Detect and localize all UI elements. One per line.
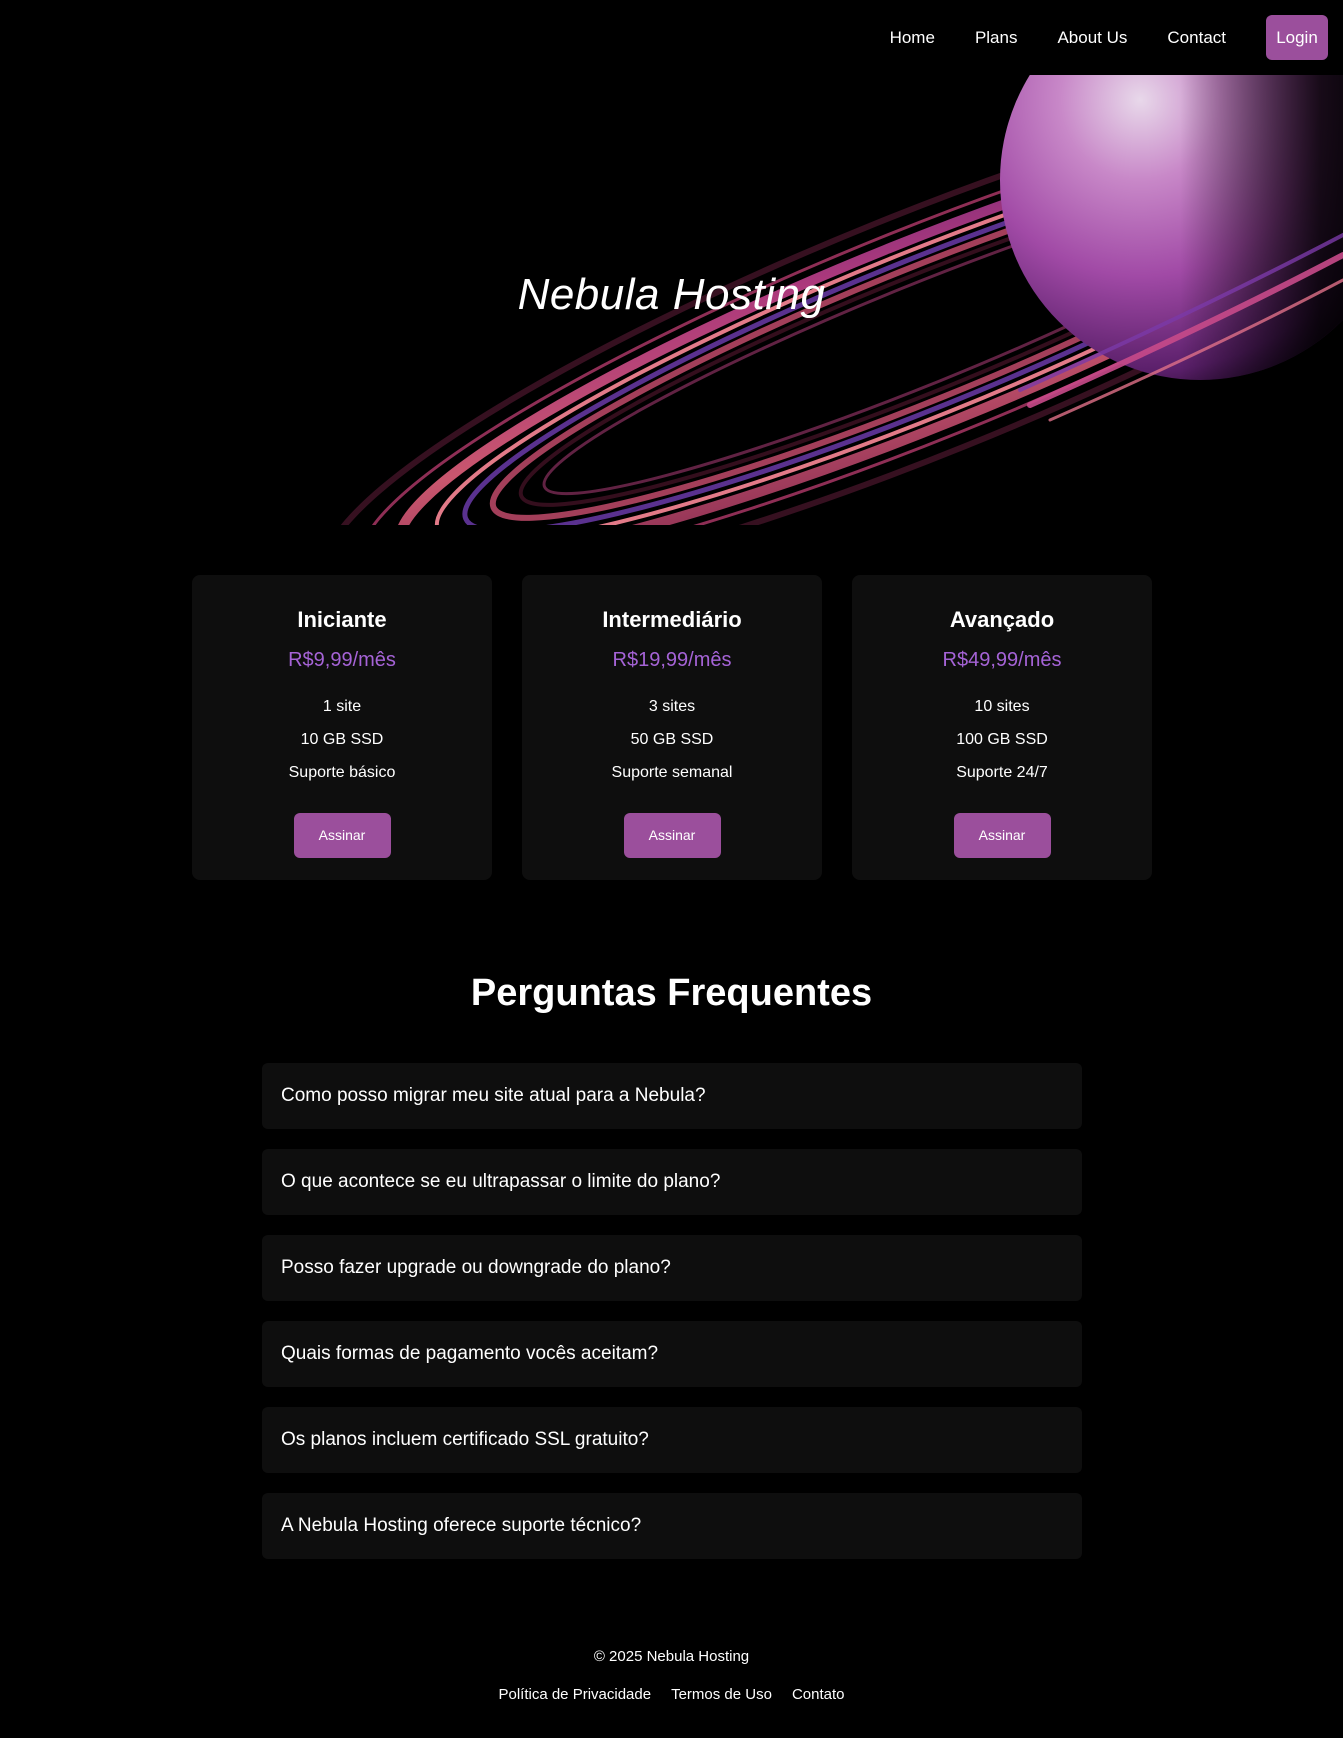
faq-item[interactable]: O que acontece se eu ultrapassar o limit… [262, 1149, 1082, 1215]
plan-name: Avançado [949, 607, 1055, 632]
plan-feature: 3 sites [648, 698, 696, 715]
faq-item[interactable]: Quais formas de pagamento vocês aceitam? [262, 1321, 1082, 1387]
plan-features: 3 sites 50 GB SSD Suporte semanal [522, 690, 822, 789]
plan-card-intermediario: Intermediário R$19,99/mês 3 sites 50 GB … [522, 575, 822, 880]
plan-card-avancado: Avançado R$49,99/mês 10 sites 100 GB SSD… [852, 575, 1152, 880]
plan-feature: Suporte semanal [611, 764, 733, 781]
top-nav: Home Plans About Us Contact Login [890, 15, 1328, 60]
subscribe-button-avancado[interactable]: Assinar [953, 813, 1051, 858]
plan-features: 1 site 10 GB SSD Suporte básico [192, 690, 492, 789]
faq-item[interactable]: Posso fazer upgrade ou downgrade do plan… [262, 1235, 1082, 1301]
nav-home-link[interactable]: Home [890, 28, 935, 48]
plan-feature: 50 GB SSD [630, 731, 714, 748]
hero-title: Nebula Hosting [517, 270, 826, 319]
plan-feature: 1 site [322, 698, 362, 715]
plan-price: R$49,99/mês [942, 649, 1062, 671]
plan-name: Iniciante [297, 607, 387, 632]
plan-feature: Suporte 24/7 [956, 764, 1048, 781]
plan-name: Intermediário [602, 607, 742, 632]
plan-feature: 100 GB SSD [956, 731, 1048, 748]
footer-terms-link[interactable]: Termos de Uso [671, 1686, 772, 1703]
plan-card-iniciante: Iniciante R$9,99/mês 1 site 10 GB SSD Su… [192, 575, 492, 880]
subscribe-button-intermediario[interactable]: Assinar [623, 813, 721, 858]
nav-contact-link[interactable]: Contact [1167, 28, 1226, 48]
footer-copyright: © 2025 Nebula Hosting [593, 1648, 750, 1665]
plan-feature: Suporte básico [288, 764, 396, 781]
faq-item[interactable]: Os planos incluem certificado SSL gratui… [262, 1407, 1082, 1473]
plan-feature: 10 sites [974, 698, 1030, 715]
footer-links: Política de Privacidade Termos de Uso Co… [0, 1686, 1343, 1703]
nav-about-link[interactable]: About Us [1057, 28, 1127, 48]
footer-contact-link[interactable]: Contato [792, 1686, 845, 1703]
subscribe-button-iniciante[interactable]: Assinar [293, 813, 391, 858]
plans-section: Iniciante R$9,99/mês 1 site 10 GB SSD Su… [192, 575, 1152, 880]
nav-plans-link[interactable]: Plans [975, 28, 1018, 48]
plan-price: R$9,99/mês [288, 649, 396, 671]
faq-item[interactable]: Como posso migrar meu site atual para a … [262, 1063, 1082, 1129]
footer-privacy-link[interactable]: Política de Privacidade [498, 1686, 651, 1703]
plan-feature: 10 GB SSD [300, 731, 384, 748]
plan-features: 10 sites 100 GB SSD Suporte 24/7 [852, 690, 1152, 789]
faq-item[interactable]: A Nebula Hosting oferece suporte técnico… [262, 1493, 1082, 1559]
page: Home Plans About Us Contact Login Nebula… [0, 0, 1343, 1738]
plan-price: R$19,99/mês [612, 649, 732, 671]
login-button[interactable]: Login [1266, 15, 1328, 60]
faq-title: Perguntas Frequentes [470, 972, 873, 1014]
faq-list: Como posso migrar meu site atual para a … [262, 1063, 1082, 1579]
